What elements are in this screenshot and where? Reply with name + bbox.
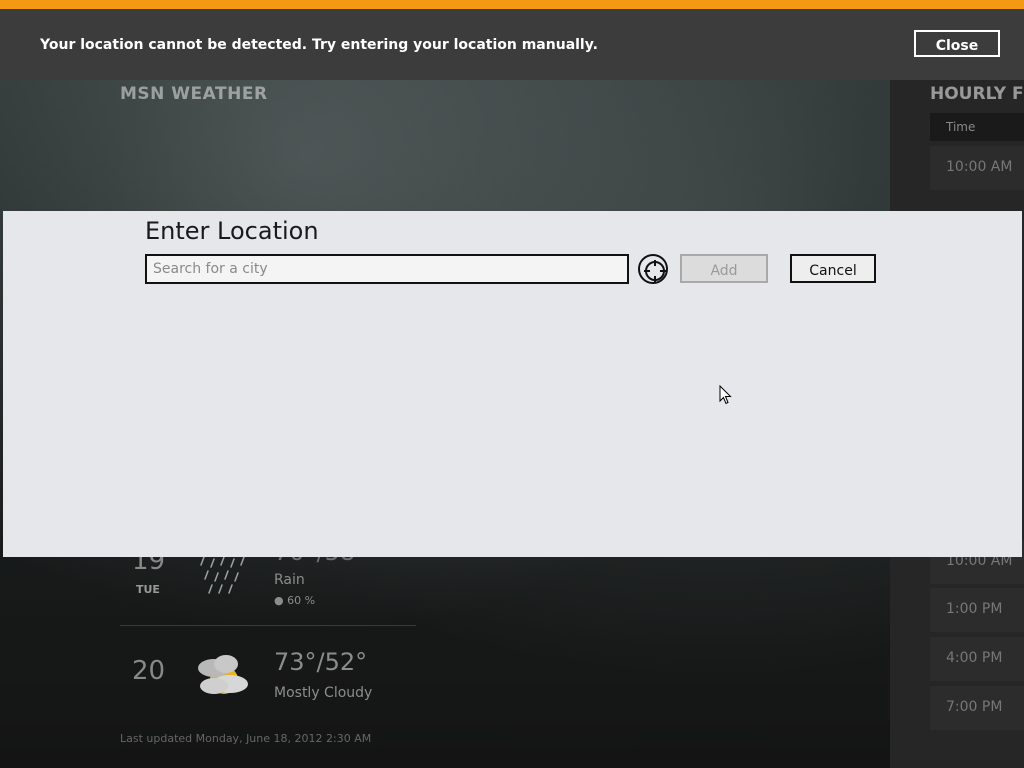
hourly-row-time: 7:00 PM [946, 699, 1003, 715]
day-number: 20 [132, 656, 166, 686]
locate-me-button[interactable] [638, 254, 668, 284]
day-divider [120, 625, 416, 626]
city-search-input[interactable] [145, 254, 629, 284]
drop-icon: ● [274, 594, 284, 607]
enter-location-dialog: Enter Location Add Cancel [3, 211, 1022, 557]
app-title: MSN WEATHER [120, 84, 268, 104]
hourly-time-column: Time [946, 120, 976, 134]
hourly-row-time: 4:00 PM [946, 650, 1003, 666]
day-precipitation: ● 60 % [274, 594, 316, 607]
notification-bar: Your location cannot be detected. Try en… [0, 9, 1024, 80]
hourly-header: Time [930, 113, 1024, 141]
add-button[interactable]: Add [680, 254, 768, 283]
close-button[interactable]: Close [914, 30, 1000, 57]
partly-cloudy-icon [198, 655, 248, 694]
day-temperature: 73°/52° [274, 648, 368, 676]
hourly-row[interactable]: 1:00 PM [930, 588, 1024, 632]
last-updated-text: Last updated Monday, June 18, 2012 2:30 … [120, 732, 372, 745]
hourly-title: HOURLY FO [930, 84, 1024, 104]
hourly-row-time: 1:00 PM [946, 601, 1003, 617]
day-condition: Mostly Cloudy [274, 685, 373, 701]
hourly-row[interactable]: 10:00 AM [930, 146, 1024, 190]
notification-message: Your location cannot be detected. Try en… [40, 37, 598, 53]
mouse-cursor-icon [719, 385, 732, 405]
crosshair-icon [644, 260, 666, 282]
cancel-button[interactable]: Cancel [790, 254, 876, 283]
screen: MSN WEATHER HOURLY FO Time 10:00 AM 10:0… [0, 0, 1024, 768]
hourly-row[interactable]: 4:00 PM [930, 637, 1024, 681]
rain-icon [200, 556, 245, 594]
dialog-title: Enter Location [145, 217, 319, 245]
hourly-row[interactable]: 7:00 PM [930, 686, 1024, 730]
hourly-row-time: 10:00 AM [946, 159, 1013, 175]
day-condition: Rain [274, 572, 305, 588]
day-name: TUE [136, 583, 160, 596]
accent-strip [0, 0, 1024, 9]
